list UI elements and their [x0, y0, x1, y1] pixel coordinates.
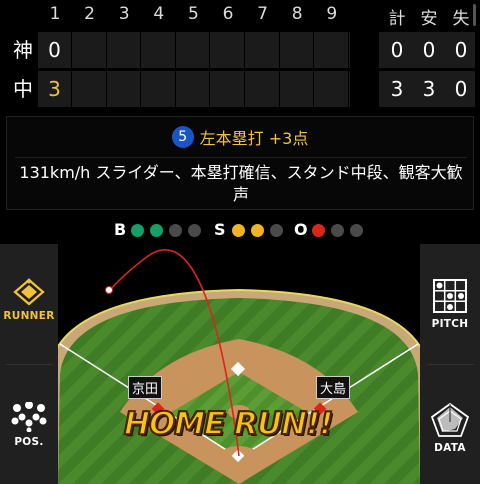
home-inning-2-score — [73, 71, 107, 107]
runner-button[interactable]: RUNNER — [0, 278, 58, 322]
runner-third-tag: 京田 — [128, 376, 163, 399]
away-innings-row: 0 — [38, 32, 350, 68]
home-runs: 3 — [390, 77, 404, 101]
home-inning-3-score — [107, 71, 142, 107]
out-dot-2 — [331, 224, 344, 237]
runner-diamond-icon — [13, 278, 45, 306]
inning-header-8: 8 — [291, 4, 303, 24]
out-label: O — [294, 220, 308, 239]
nav-divider — [6, 364, 52, 365]
right-nav: PITCH DATA — [420, 244, 480, 484]
strike-dot-3 — [270, 224, 283, 237]
runner-label: RUNNER — [3, 310, 55, 322]
home-inning-8-score — [280, 71, 315, 107]
home-inning-6-score — [211, 71, 245, 107]
out-dot-1 — [312, 224, 325, 237]
positions-icon — [11, 401, 47, 433]
pitch-button[interactable]: PITCH — [420, 278, 480, 330]
inning-header-9: 9 — [326, 4, 338, 24]
away-inning-4-score — [142, 32, 176, 68]
data-radar-icon — [430, 402, 470, 437]
play-title: 5 左本塁打 +3点 — [7, 125, 473, 151]
ball-dot-2 — [150, 224, 163, 237]
inning-header-5: 5 — [187, 4, 199, 24]
play-description-text: 131km/h スライダー、本塁打確信、スタンド中段、観客大歓声 — [15, 157, 467, 206]
away-inning-2-score — [73, 32, 107, 68]
home-inning-1-score: 3 — [38, 71, 72, 107]
nav-divider — [428, 364, 474, 365]
data-label: DATA — [434, 442, 466, 454]
play-description-panel[interactable]: 5 左本塁打 +3点 131km/h スライダー、本塁打確信、スタンド中段、観客大… — [6, 116, 474, 210]
pitch-label: PITCH — [431, 318, 469, 330]
away-hits: 0 — [422, 38, 436, 62]
away-inning-8-score — [280, 32, 315, 68]
ball-dot-1 — [131, 224, 144, 237]
scrollbar-thumb[interactable] — [473, 4, 476, 26]
strike-dot-1 — [232, 224, 245, 237]
totals-header-runs: 計 — [388, 9, 406, 29]
inning-header-2: 2 — [84, 4, 95, 24]
away-totals-row: 0 0 0 — [379, 32, 475, 68]
ball-strike-out-count: B S O — [0, 220, 480, 242]
home-totals-row: 3 3 0 — [379, 71, 475, 107]
data-button[interactable]: DATA — [420, 402, 480, 454]
out-dot-3 — [350, 224, 363, 237]
ball-dot-4 — [188, 224, 201, 237]
positions-label: POS. — [14, 436, 44, 448]
away-inning-6-score — [211, 32, 245, 68]
pitch-grid-icon — [433, 279, 467, 313]
inning-header-3: 3 — [118, 4, 130, 24]
home-hits: 3 — [422, 77, 436, 101]
home-run-banner: HOME RUN!! — [123, 405, 334, 443]
play-number-badge: 5 — [171, 126, 194, 148]
inning-header-4: 4 — [153, 4, 165, 24]
inning-header-1: 1 — [49, 4, 61, 24]
field-diagram — [58, 249, 420, 484]
home-errors: 0 — [454, 77, 468, 101]
play-title-text: 左本塁打 +3点 — [199, 129, 309, 148]
ball-landing-marker — [105, 286, 113, 294]
strike-label: S — [214, 220, 226, 239]
home-inning-4-score — [142, 71, 176, 107]
totals-header-hits: 安 — [420, 9, 438, 29]
team-label-home: 中 — [13, 77, 33, 101]
home-inning-5-score — [176, 71, 211, 107]
away-inning-9-score — [315, 32, 349, 68]
ball-dot-3 — [169, 224, 182, 237]
totals-header-errors: 失 — [452, 9, 470, 29]
runner-first-tag: 大島 — [316, 376, 351, 399]
baseball-field: 京田 大島 HOME RUN!! — [58, 244, 420, 484]
inning-header-7: 7 — [257, 4, 268, 24]
positions-button[interactable]: POS. — [0, 401, 58, 448]
ball-label: B — [114, 220, 127, 239]
home-inning-9-score — [315, 71, 349, 107]
away-inning-1-score: 0 — [38, 32, 72, 68]
team-label-away: 神 — [13, 38, 33, 62]
away-inning-5-score — [176, 32, 211, 68]
left-nav: RUNNER POS. — [0, 244, 58, 484]
away-inning-7-score — [246, 32, 280, 68]
away-errors: 0 — [454, 38, 468, 62]
scoreboard: 1 2 3 4 5 6 7 8 9 計 安 失 神 0 0 0 0 中 3 3 3 0 — [0, 0, 480, 112]
home-innings-row: 3 — [38, 71, 350, 107]
strike-dot-2 — [251, 224, 264, 237]
away-inning-3-score — [107, 32, 142, 68]
inning-header-6: 6 — [222, 4, 234, 24]
home-inning-7-score — [246, 71, 280, 107]
away-runs: 0 — [390, 38, 404, 62]
